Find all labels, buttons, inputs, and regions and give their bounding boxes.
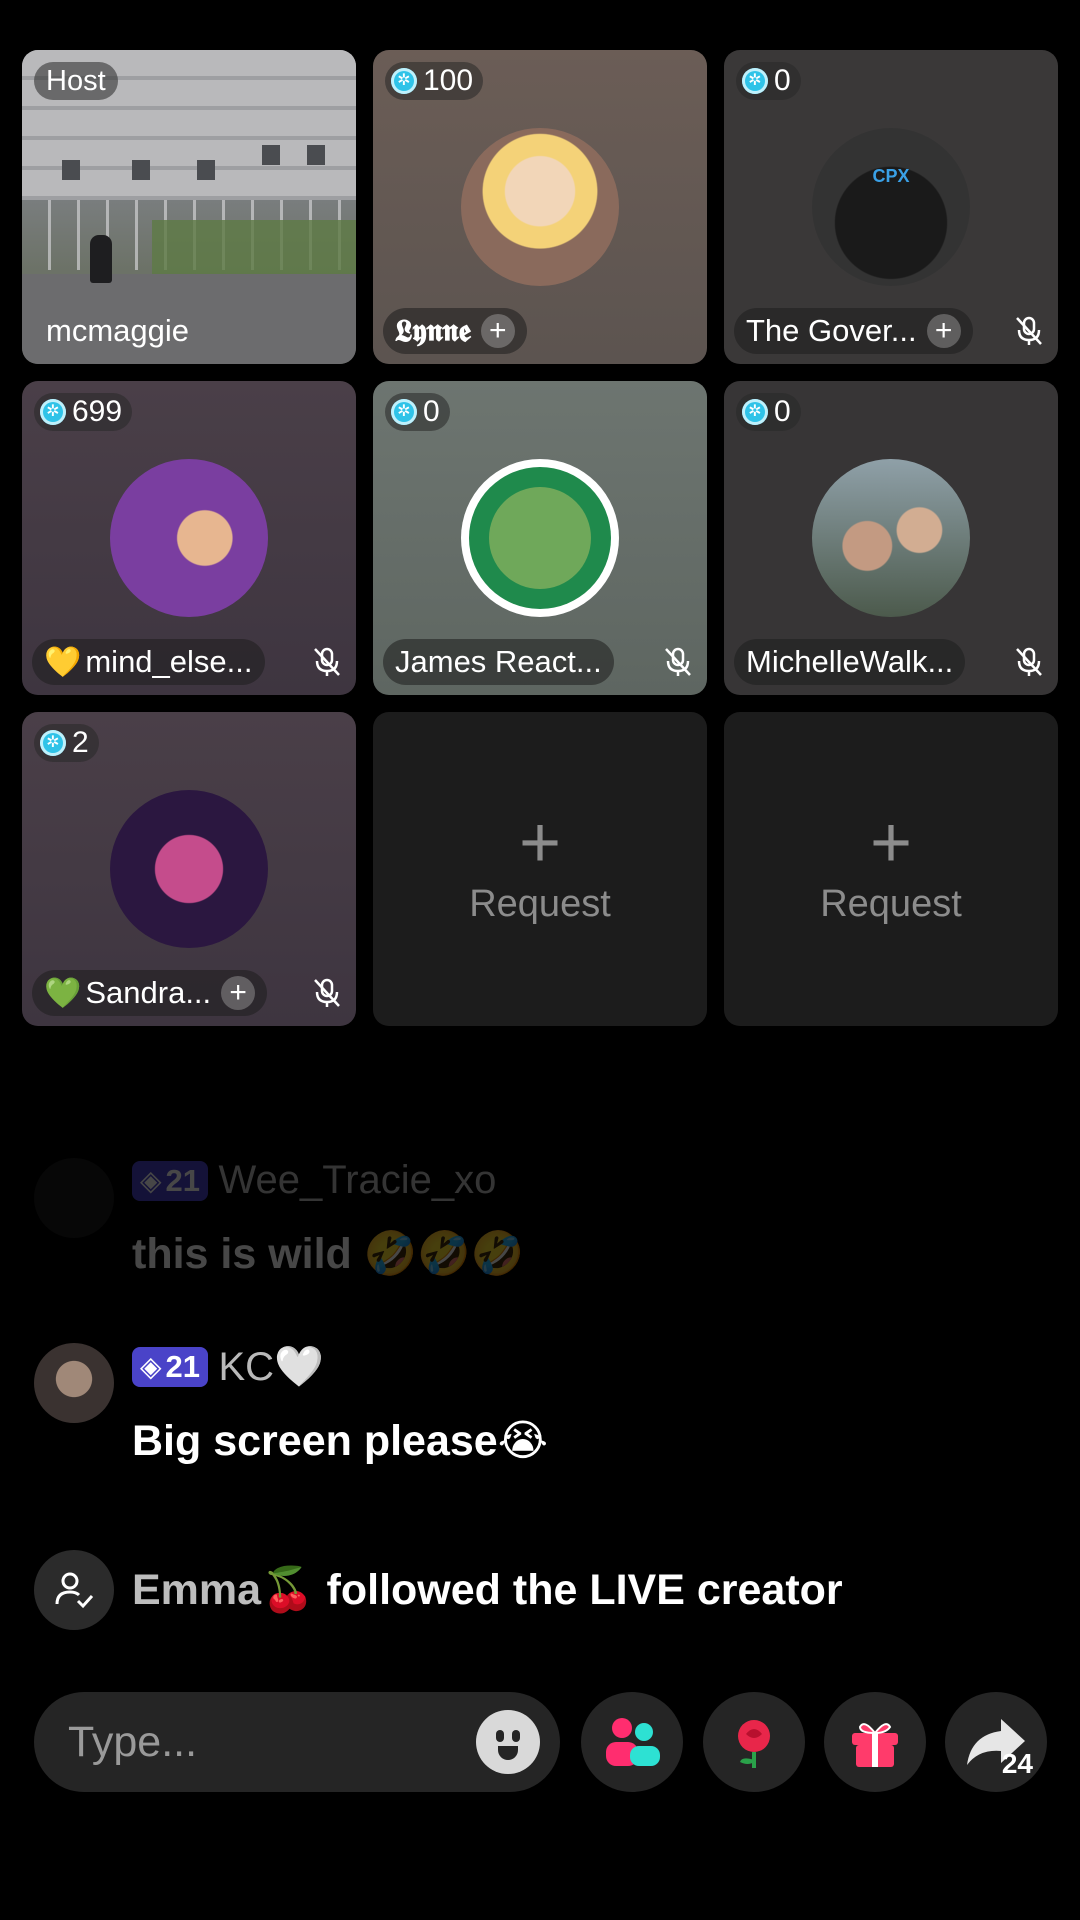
follow-plus-icon[interactable]: + <box>480 314 515 348</box>
coin-icon <box>391 399 417 425</box>
comment-input[interactable] <box>68 1714 448 1770</box>
guest-tile[interactable]: 0 CPX The Gover... + <box>724 50 1058 364</box>
request-slot[interactable]: + Request <box>724 712 1058 1026</box>
share-button[interactable]: 24 <box>945 1692 1047 1792</box>
guest-tile[interactable]: 0 MichelleWalk... <box>724 381 1058 695</box>
guest-tile[interactable]: 2 💚 Sandra... + <box>22 712 356 1026</box>
coin-badge: 699 <box>34 393 133 431</box>
comment-username: KC🤍 <box>218 1345 324 1389</box>
guest-name[interactable]: MichelleWalk... <box>734 639 966 685</box>
avatar[interactable] <box>461 459 619 617</box>
avatar <box>34 1158 114 1238</box>
follow-plus-icon[interactable]: + <box>221 976 256 1010</box>
microphone-muted-icon <box>665 647 691 676</box>
chat-message[interactable]: ◈ 21 Wee_Tracie_xo this is wild 🤣🤣🤣 <box>34 1158 1044 1278</box>
guest-name[interactable]: 𝕷𝖞𝖓𝖓𝖊 + <box>383 308 527 354</box>
follow-notification: Emma🍒 followed the LIVE creator <box>34 1550 843 1630</box>
guest-tile[interactable]: 699 💛 mind_else... <box>22 381 356 695</box>
coin-icon <box>742 399 768 425</box>
guest-name[interactable]: James React... <box>383 639 614 685</box>
coin-badge: 0 <box>736 62 801 100</box>
guest-tile[interactable]: 100 𝕷𝖞𝖓𝖓𝖊 + <box>373 50 707 364</box>
microphone-muted-icon <box>314 647 340 676</box>
plus-icon: + <box>518 802 562 883</box>
microphone-muted-icon <box>314 978 340 1007</box>
multi-guest-icon <box>606 1718 660 1766</box>
emoji-smile-icon[interactable] <box>476 1710 540 1774</box>
gift-icon <box>852 1723 898 1767</box>
avatar[interactable]: CPX <box>812 128 970 286</box>
diamond-icon: ◈ <box>140 1165 162 1196</box>
avatar[interactable] <box>461 128 619 286</box>
comment-text: this is wild 🤣🤣🤣 <box>132 1230 525 1278</box>
follow-plus-icon[interactable]: + <box>926 314 961 348</box>
request-slot[interactable]: + Request <box>373 712 707 1026</box>
request-label: Request <box>469 882 611 925</box>
coin-icon <box>391 68 417 94</box>
comment-box[interactable] <box>34 1692 560 1792</box>
avatar[interactable] <box>812 459 970 617</box>
plus-icon: + <box>869 802 913 883</box>
bottom-bar: 24 <box>34 1692 1047 1792</box>
follow-text: followed the LIVE creator <box>314 1566 843 1614</box>
microphone-muted-icon <box>1016 647 1042 676</box>
user-check-icon <box>34 1550 114 1630</box>
avatar <box>34 1343 114 1423</box>
guest-tile-host[interactable]: Host mcmaggie <box>22 50 356 364</box>
guest-name[interactable]: The Gover... + <box>734 308 973 354</box>
level-badge: ◈ 21 <box>132 1346 209 1387</box>
avatar[interactable] <box>110 459 268 617</box>
guest-tile[interactable]: 0 James React... <box>373 381 707 695</box>
coin-badge: 2 <box>34 724 99 762</box>
gift-button[interactable] <box>824 1692 926 1792</box>
host-badge: Host <box>34 62 118 100</box>
rose-gift-button[interactable] <box>703 1692 805 1792</box>
avatar[interactable] <box>110 790 268 948</box>
guest-name[interactable]: 💛 mind_else... <box>32 639 265 685</box>
request-label: Request <box>820 882 962 925</box>
coin-badge: 0 <box>736 393 801 431</box>
diamond-icon: ◈ <box>140 1351 162 1382</box>
coin-icon <box>40 399 66 425</box>
chat-message[interactable]: ◈ 21 KC🤍 Big screen please😭 <box>34 1343 1044 1473</box>
share-count: 24 <box>1001 1748 1033 1779</box>
guest-name[interactable]: 💚 Sandra... + <box>32 970 268 1016</box>
rose-icon <box>738 1720 770 1768</box>
coin-badge: 100 <box>385 62 484 100</box>
guest-name[interactable]: mcmaggie <box>32 308 201 354</box>
level-badge: ◈ 21 <box>132 1160 209 1201</box>
multi-guest-button[interactable] <box>581 1692 683 1792</box>
coin-icon <box>40 730 66 756</box>
comment-username: Wee_Tracie_xo <box>218 1158 497 1202</box>
microphone-muted-icon <box>1016 316 1042 345</box>
follower-name: Emma🍒 <box>132 1566 315 1614</box>
coin-icon <box>742 68 768 94</box>
coin-badge: 0 <box>385 393 450 431</box>
comment-text: Big screen please😭 <box>132 1417 548 1465</box>
